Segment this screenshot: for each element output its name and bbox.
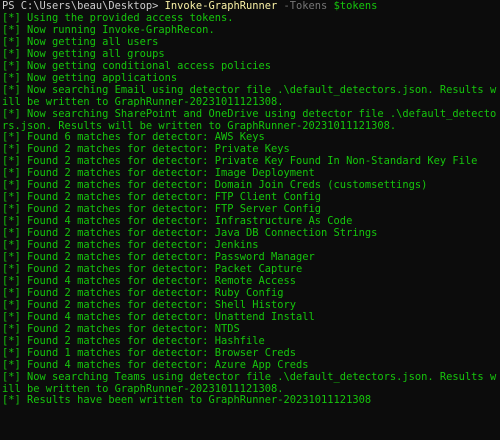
prompt-text: PS C:\Users\beau\Desktop> <box>2 0 165 12</box>
command-name: Invoke-GraphRunner <box>164 0 278 12</box>
output-line: [*] Now searching Email using detector f… <box>2 83 497 108</box>
output-line: [*] Now searching SharePoint and OneDriv… <box>2 107 497 132</box>
output-line: [*] Found 1 matches for detector: Browse… <box>2 346 297 359</box>
output-line: [*] Found 4 matches for detector: Azure … <box>2 358 309 371</box>
output-line: [*] Found 2 matches for detector: Hashfi… <box>2 334 265 347</box>
output-line: [*] Now getting applications <box>2 71 178 84</box>
output-line: [*] Found 4 matches for detector: Unatte… <box>2 310 315 323</box>
output-line: [*] Found 2 matches for detector: NTDS <box>2 322 240 335</box>
output-line: [*] Results have been written to GraphRu… <box>2 394 372 407</box>
output-line: [*] Found 2 matches for detector: Shell … <box>2 298 297 311</box>
output-line: [*] Now getting all groups <box>2 47 165 60</box>
command-parameter: -Tokens <box>277 0 334 12</box>
command-variable: $tokens <box>333 0 378 12</box>
terminal-window[interactable]: PS C:\Users\beau\Desktop> Invoke-GraphRu… <box>0 0 500 440</box>
output-line: [*] Now getting conditional access polic… <box>2 59 271 72</box>
output-line: [*] Now searching Teams using detector f… <box>2 370 497 395</box>
